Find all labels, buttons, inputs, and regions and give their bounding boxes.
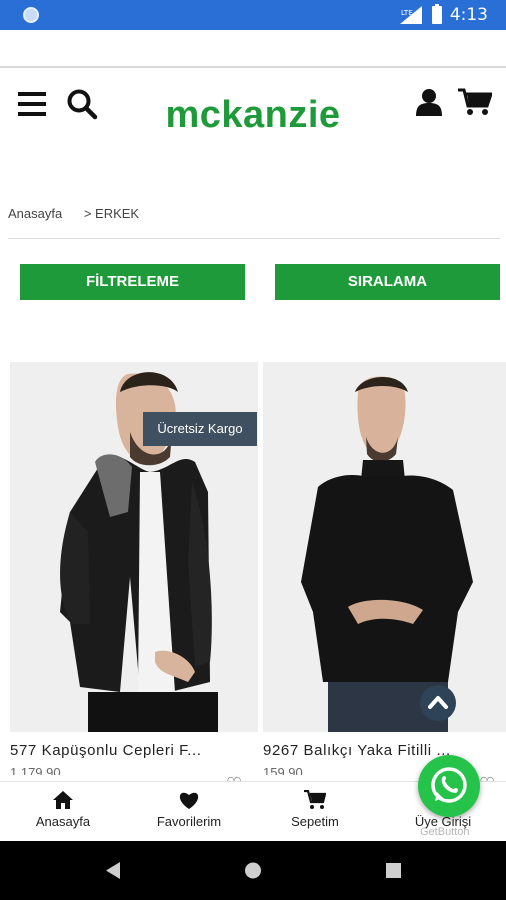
- getbutton-caption: GetButton: [420, 826, 470, 838]
- back-icon[interactable]: [106, 862, 120, 879]
- clock: 4:13: [449, 5, 488, 25]
- home-circle-icon[interactable]: [245, 862, 261, 879]
- breadcrumb: Anasayfa > ERKEK: [8, 206, 157, 221]
- chevron-up-icon: [428, 696, 448, 709]
- home-icon: [53, 791, 73, 809]
- signal-icon: LTE: [400, 6, 422, 24]
- sort-button[interactable]: SIRALAMA: [275, 264, 500, 300]
- product-price: 1.179,90: [10, 765, 61, 775]
- nav-item-home[interactable]: Anasayfa: [0, 782, 126, 842]
- nav-label: Anasayfa: [35, 814, 91, 829]
- breadcrumb-divider: [8, 238, 500, 239]
- user-account-icon[interactable]: [416, 88, 442, 116]
- app-header: mckanzie: [0, 70, 506, 190]
- notification-dot-icon: [23, 7, 39, 23]
- svg-text:LTE: LTE: [401, 9, 413, 17]
- breadcrumb-home[interactable]: Anasayfa: [8, 206, 62, 221]
- product-photo-sweater: [263, 362, 506, 732]
- product-image[interactable]: [263, 362, 506, 732]
- product-image[interactable]: Ücretsiz Kargo: [10, 362, 258, 732]
- app-screen: LTE 4:13 mckanzie Anasayfa > ERKEK FİLTR…: [0, 0, 506, 900]
- recents-icon[interactable]: [386, 863, 401, 878]
- android-navigation-bar: [0, 841, 506, 900]
- nav-item-cart[interactable]: Sepetim: [252, 782, 378, 842]
- status-bar: LTE 4:13: [0, 0, 506, 30]
- whatsapp-chat-button[interactable]: [418, 755, 480, 817]
- nav-item-favorites[interactable]: Favorilerim: [126, 782, 252, 842]
- product-card[interactable]: 9267 Balıkçı Yaka Fitilli ... 159,90: [263, 362, 506, 775]
- top-spacer: [0, 30, 506, 68]
- nav-label: Sepetim: [291, 814, 339, 829]
- cart-icon: [304, 790, 326, 809]
- scroll-to-top-button[interactable]: [420, 685, 456, 721]
- free-shipping-badge: Ücretsiz Kargo: [143, 412, 257, 446]
- whatsapp-icon: [431, 767, 467, 803]
- product-title[interactable]: 577 Kapüşonlu Cepleri F...: [10, 742, 258, 759]
- battery-icon: [432, 4, 442, 24]
- breadcrumb-current: > ERKEK: [83, 206, 140, 221]
- shopping-cart-icon[interactable]: [458, 88, 492, 116]
- filter-button[interactable]: FİLTRELEME: [20, 264, 245, 300]
- nav-label: Favorilerim: [156, 814, 222, 829]
- product-card[interactable]: Ücretsiz Kargo 577 Kapüşonlu Cepleri F..…: [10, 362, 258, 775]
- heart-icon: [179, 792, 199, 809]
